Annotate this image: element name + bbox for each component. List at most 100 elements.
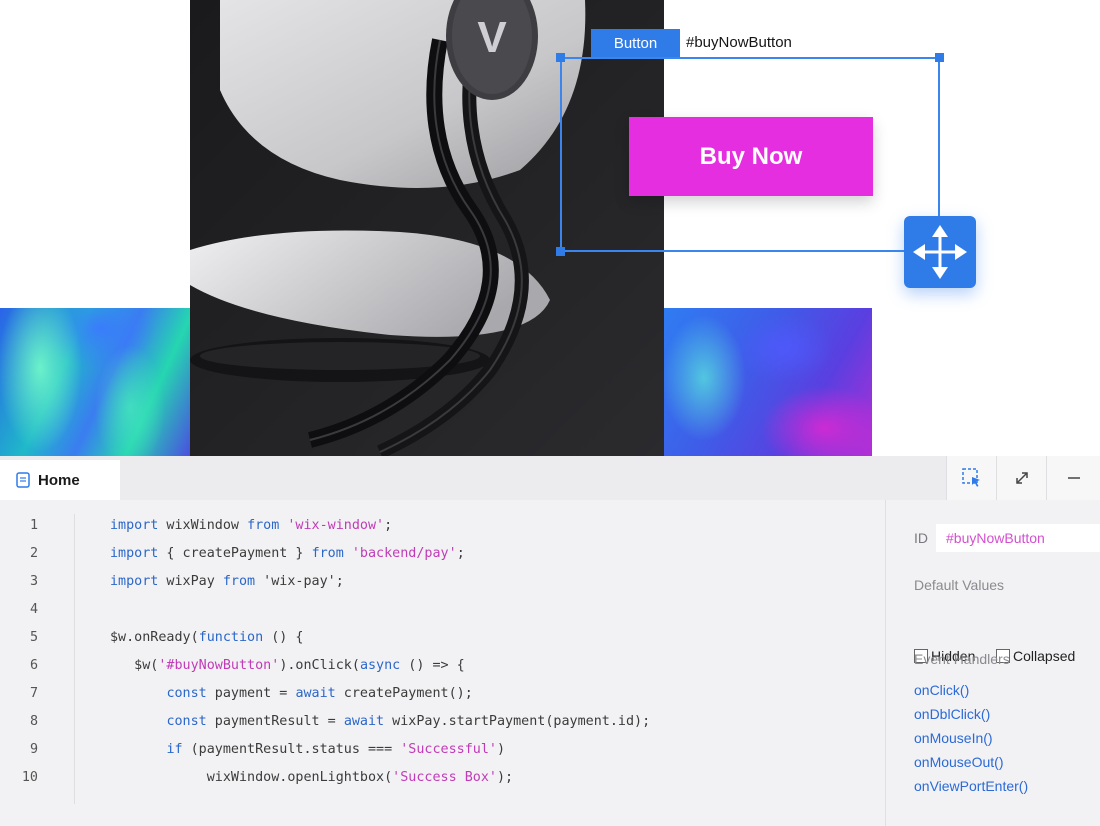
collapsed-label: Collapsed (1013, 648, 1076, 664)
code-panel: Home 1 import wixWindow from 'wix-window'… (0, 456, 1100, 826)
code-line[interactable]: 3 import wixPay from 'wix-pay'; (0, 568, 885, 596)
code-token: wixWindow (158, 518, 248, 533)
code-text: import wixWindow from 'wix-window'; (110, 512, 392, 540)
code-line[interactable]: 4 (0, 596, 885, 624)
tab-home[interactable]: Home (0, 460, 120, 500)
code-token: wixPay.startPayment(payment.id); (384, 714, 651, 729)
code-line[interactable]: 6 $w('#buyNowButton').onClick(async () =… (0, 652, 885, 680)
line-number: 7 (29, 686, 38, 701)
code-token: $w( (110, 658, 159, 673)
handler-onviewportenter[interactable]: onViewPortEnter() (914, 778, 1028, 794)
page-file-icon (16, 472, 30, 488)
line-number: 9 (29, 742, 38, 757)
line-number: 2 (29, 546, 38, 561)
code-token: from (222, 574, 256, 589)
expand-icon (1015, 472, 1028, 484)
code-token: payment = (206, 686, 296, 701)
code-line[interactable]: 10 wixWindow.openLightbox('Success Box')… (0, 764, 885, 792)
code-text: import { createPayment } from 'backend/p… (110, 540, 465, 568)
minimize-icon (1067, 477, 1080, 479)
code-token: ) (496, 742, 506, 757)
id-label: ID (914, 530, 928, 546)
default-values-label: Default Values (914, 577, 1005, 593)
expand-button[interactable] (996, 456, 1046, 500)
background-gradient-strip-right (664, 308, 872, 456)
line-number: 8 (29, 714, 38, 729)
buy-now-button[interactable]: Buy Now (629, 117, 873, 196)
code-editor[interactable]: 1 import wixWindow from 'wix-window'; 2 imp… (0, 500, 885, 826)
select-element-button[interactable] (946, 456, 996, 500)
code-token: ).onClick( (279, 658, 360, 673)
resize-handle-top-right[interactable] (935, 53, 944, 62)
code-token: async (359, 658, 401, 673)
code-text: $w('#buyNowButton').onClick(async () => … (110, 652, 465, 680)
code-token: const (166, 714, 207, 729)
code-token: () => { (400, 658, 465, 673)
select-element-icon (961, 468, 980, 487)
code-text: $w.onReady(function () { (110, 624, 304, 652)
code-token: ); (496, 770, 514, 785)
code-line[interactable]: 1 import wixWindow from 'wix-window'; (0, 512, 885, 540)
code-token: 'wix-pay'; (255, 574, 344, 589)
code-text: wixWindow.openLightbox('Success Box'); (110, 764, 513, 792)
line-number: 3 (29, 574, 38, 589)
code-text: const paymentResult = await wixPay.start… (110, 708, 650, 736)
properties-panel: ID Default Values Hidden Collapsed Event… (886, 500, 1100, 826)
code-token: '#buyNowButton' (158, 658, 280, 673)
code-token: const (166, 686, 207, 701)
code-token: 'wix-window' (287, 518, 385, 533)
resize-handle-bottom-left[interactable] (556, 247, 565, 256)
code-token: $w.onReady( (110, 630, 199, 645)
code-token: ; (456, 546, 465, 561)
background-gradient-strip-left (0, 308, 190, 456)
code-token: from (311, 546, 344, 561)
tab-home-label: Home (38, 471, 80, 489)
code-token: 'backend/pay' (351, 546, 457, 561)
handler-onmousein[interactable]: onMouseIn() (914, 730, 993, 746)
line-number: 5 (29, 630, 38, 645)
code-token: 'Success Box' (392, 770, 497, 785)
line-number: 4 (29, 602, 38, 617)
minimize-button[interactable] (1046, 456, 1100, 500)
code-token: ; (384, 518, 393, 533)
code-token: wixPay (158, 574, 223, 589)
move-arrows-icon (913, 225, 967, 279)
code-token: createPayment(); (335, 686, 473, 701)
code-token: await (295, 686, 336, 701)
code-token: { createPayment } (158, 546, 312, 561)
code-token: import (110, 518, 159, 533)
product-logo-letter: V (477, 13, 507, 62)
code-token: 'Successful' (400, 742, 497, 757)
code-token: import (110, 546, 159, 561)
code-token: function (198, 630, 264, 645)
resize-handle-top-left[interactable] (556, 53, 565, 62)
code-token: await (343, 714, 385, 729)
code-token: (paymentResult.status === (182, 742, 401, 757)
code-token: import (110, 574, 159, 589)
code-line[interactable]: 2 import { createPayment } from 'backend/… (0, 540, 885, 568)
handler-ondblclick[interactable]: onDblClick() (914, 706, 990, 722)
code-token: wixWindow.openLightbox( (110, 770, 393, 785)
code-line[interactable]: 5 $w.onReady(function () { (0, 624, 885, 652)
code-line[interactable]: 8 const paymentResult = await wixPay.sta… (0, 708, 885, 736)
code-line[interactable]: 9 if (paymentResult.status === 'Successf… (0, 736, 885, 764)
element-type-tag: Button (591, 29, 680, 58)
event-handlers-label: Event Handlers (914, 651, 1010, 667)
site-canvas: V Button #buyNowButton Buy Now (0, 0, 1100, 456)
move-handle[interactable] (904, 216, 976, 288)
line-number: 10 (21, 770, 38, 785)
code-text: const payment = await createPayment(); (110, 680, 473, 708)
code-line[interactable]: 7 const payment = await createPayment(); (0, 680, 885, 708)
handler-onmouseout[interactable]: onMouseOut() (914, 754, 1003, 770)
code-text: if (paymentResult.status === 'Successful… (110, 736, 505, 764)
code-text: import wixPay from 'wix-pay'; (110, 568, 344, 596)
handler-onclick[interactable]: onClick() (914, 682, 969, 698)
element-id-tag: #buyNowButton (686, 34, 792, 51)
id-input[interactable] (936, 524, 1100, 552)
code-token: if (166, 742, 183, 757)
panel-tab-bar: Home (0, 456, 1100, 500)
